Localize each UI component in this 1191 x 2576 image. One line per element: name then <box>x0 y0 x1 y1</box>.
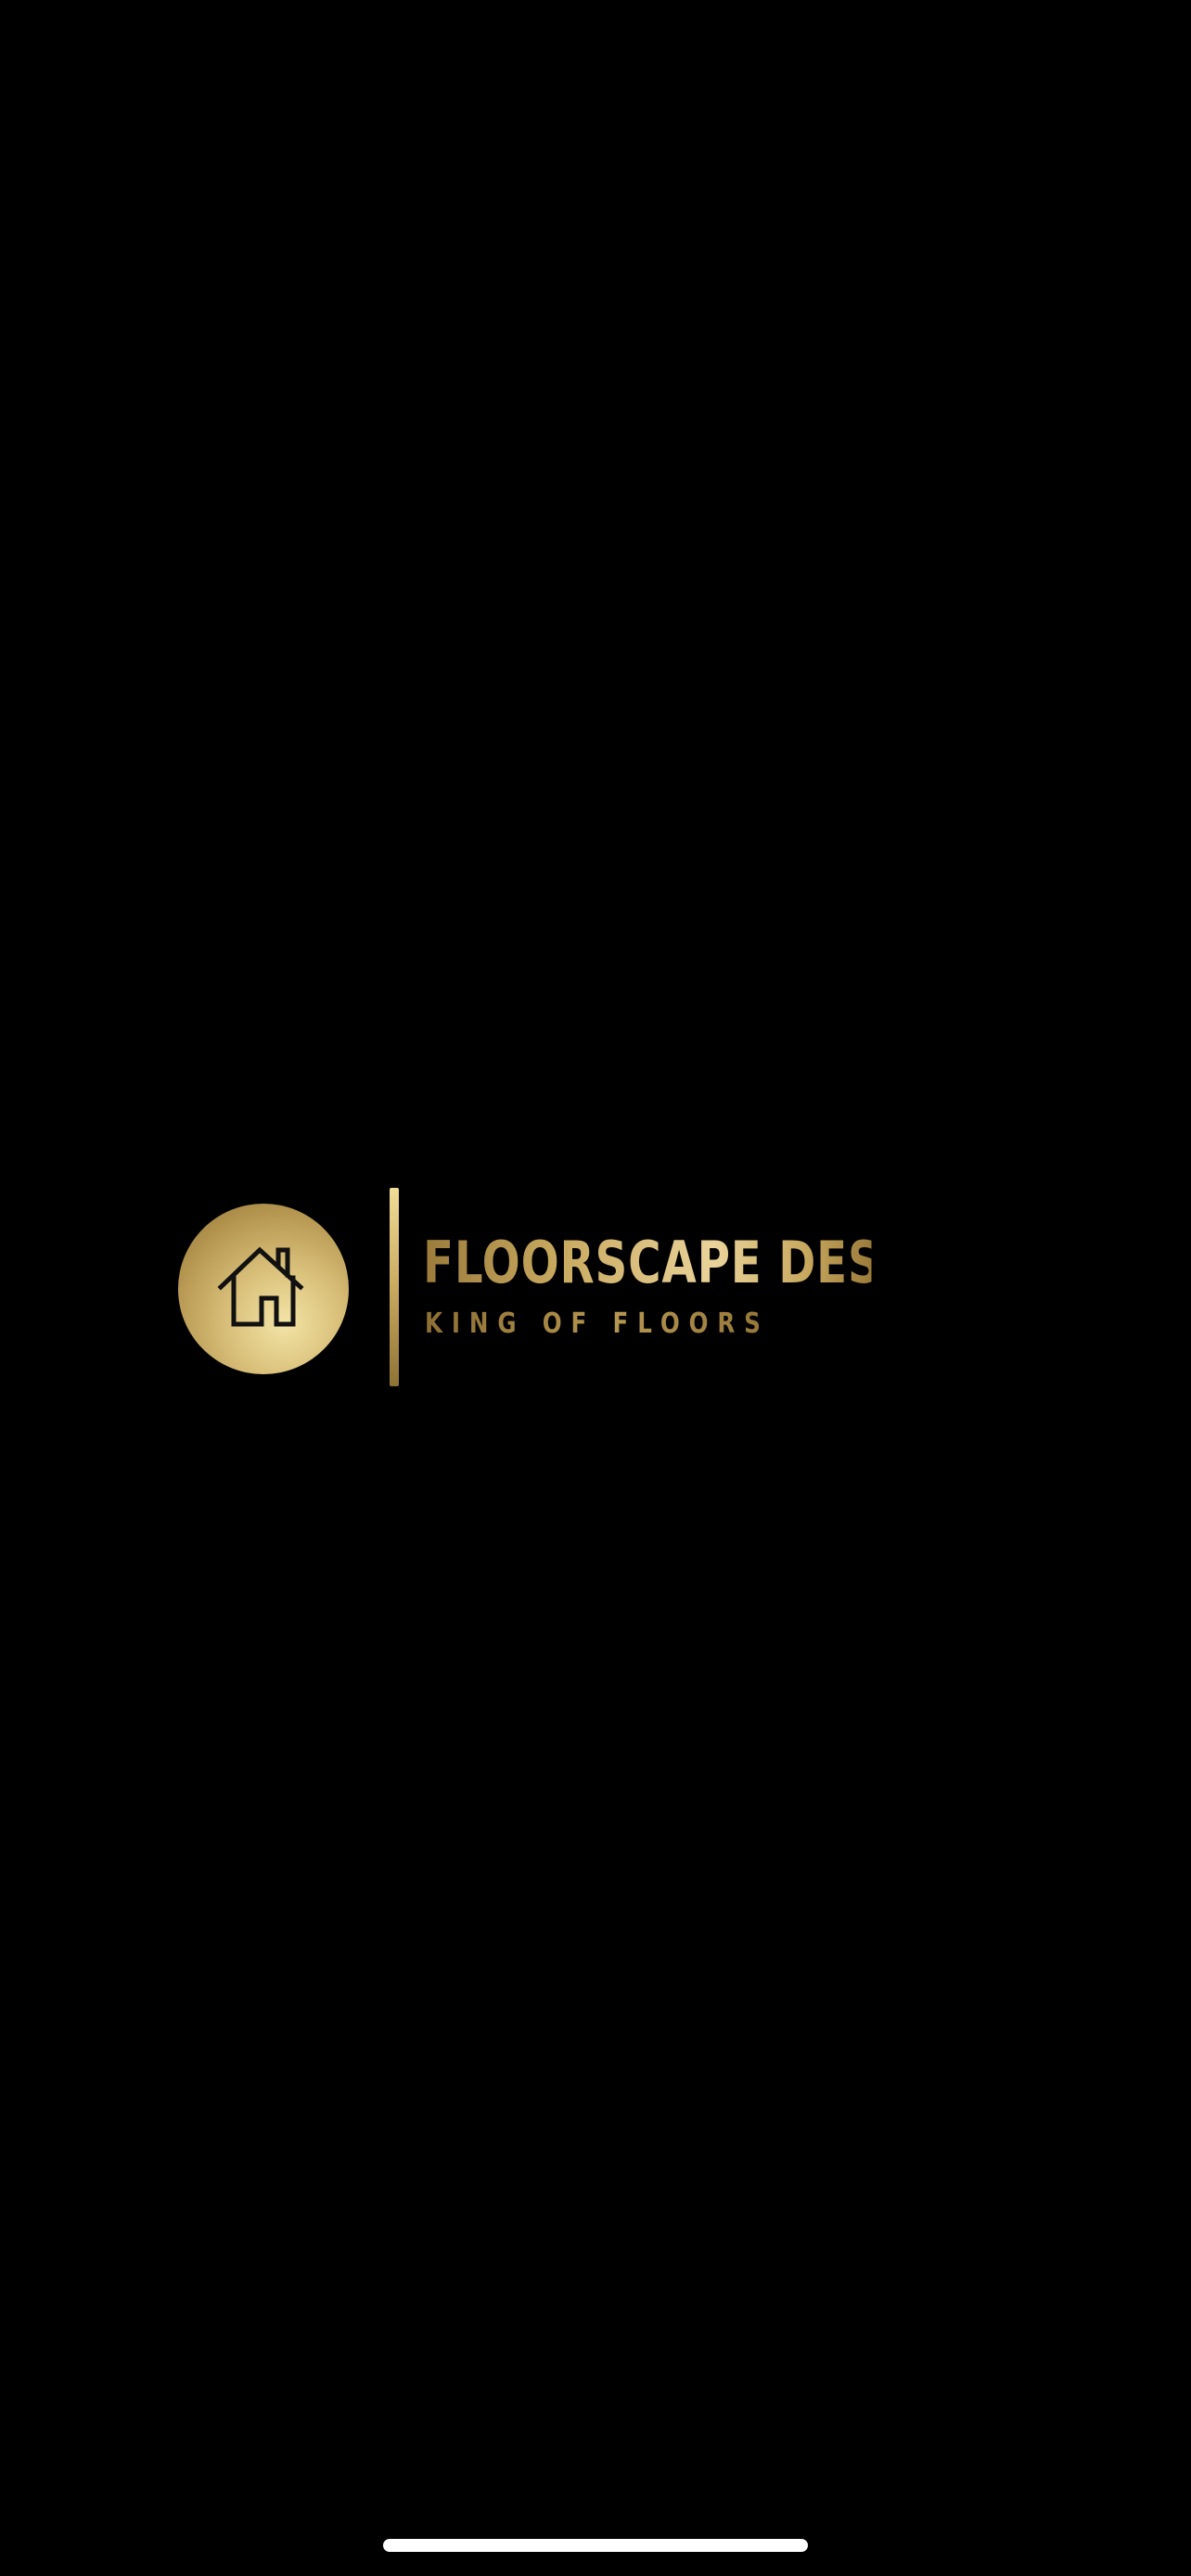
logo-emblem <box>178 1204 349 1374</box>
brand-name: FLOORSCAPE DESIGN <box>423 1226 973 1300</box>
splash-screen: FLOORSCAPE DESIGN KING OF FLOORS <box>0 0 1191 2576</box>
logo-divider <box>390 1188 399 1386</box>
home-indicator[interactable] <box>383 2539 808 2552</box>
brand-tagline: KING OF FLOORS <box>425 1306 805 1343</box>
house-icon <box>217 1246 304 1327</box>
